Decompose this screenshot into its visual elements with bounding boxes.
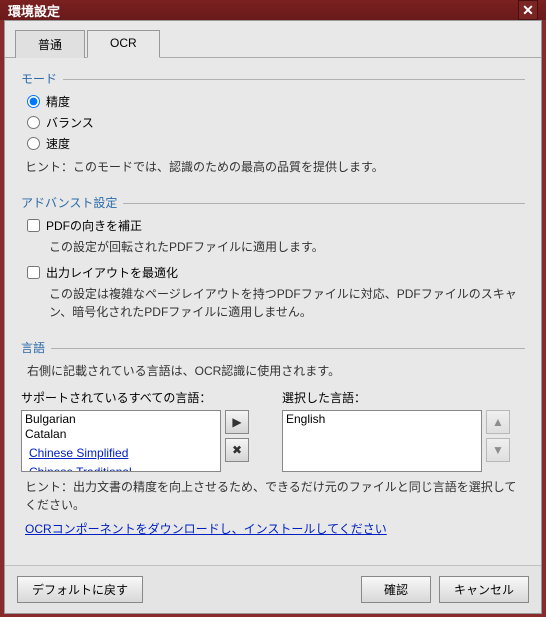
supported-label: サポートされているすべての言語： [21,389,264,406]
check-fix-rotation-input[interactable] [27,219,40,232]
radio-accuracy-input[interactable] [27,95,40,108]
titlebar: 環境設定 ✕ [0,0,546,20]
fix-rotation-desc: この設定が回転されたPDFファイルに適用します。 [49,238,525,256]
check-fix-rotation[interactable]: PDFの向きを補正 [27,217,525,234]
mode-hint: ヒント：このモードでは、認識のための最高の品質を提供します。 [25,158,525,176]
list-item[interactable]: Chinese Traditional [28,465,133,472]
ok-button[interactable]: 確認 [361,576,431,603]
group-label-advanced: アドバンスト設定 [21,194,525,211]
radio-speed[interactable]: 速度 [27,135,525,152]
selected-label: 選択した言語： [282,389,525,406]
close-button[interactable]: ✕ [518,0,538,20]
restore-defaults-button[interactable]: デフォルトに戻す [17,576,143,603]
check-optimize-layout-input[interactable] [27,266,40,279]
group-mode: モード 精度 バランス 速度 ヒント：このモードでは、認識のための最高の品質を提… [21,70,525,176]
radio-speed-input[interactable] [27,137,40,150]
footer: デフォルトに戻す 確認 キャンセル [5,565,541,613]
download-ocr-link[interactable]: OCRコンポーネントをダウンロードし、インストールしてください [25,520,387,537]
language-desc: 右側に記載されている言語は、OCR認識に使用されます。 [27,362,525,379]
move-up-button[interactable]: ▲ [486,410,510,434]
move-down-button[interactable]: ▼ [486,438,510,462]
panel: モード 精度 バランス 速度 ヒント：このモードでは、認識のための最高の品質を提… [5,58,541,565]
tab-ocr[interactable]: OCR [87,30,160,58]
group-advanced: アドバンスト設定 PDFの向きを補正 この設定が回転されたPDFファイルに適用し… [21,194,525,321]
group-label-mode: モード [21,70,525,87]
list-item[interactable]: English [285,412,479,427]
group-language: 言語 右側に記載されている言語は、OCR認識に使用されます。 サポートされている… [21,339,525,537]
list-item[interactable]: Chinese Simplified [28,446,129,461]
group-label-language: 言語 [21,339,525,356]
content-area: 普通 OCR モード 精度 バランス 速度 ヒント：このモードでは、認識のための… [4,20,542,614]
window-title: 環境設定 [8,1,60,20]
language-hint: ヒント：出力文書の精度を向上させるため、できるだけ元のファイルと同じ言語を選択し… [25,478,525,514]
list-item[interactable]: Catalan [24,427,218,442]
arrow-up-icon: ▲ [492,415,504,429]
add-language-button[interactable]: ▶ [225,410,249,434]
remove-language-button[interactable]: ✖ [225,438,249,462]
radio-balance-input[interactable] [27,116,40,129]
selected-listbox[interactable]: English [282,410,482,472]
tab-normal[interactable]: 普通 [15,30,85,58]
cancel-button[interactable]: キャンセル [439,576,529,603]
list-item[interactable]: Bulgarian [24,412,218,427]
optimize-layout-desc: この設定は複雑なページレイアウトを持つPDFファイルに対応、PDFファイルのスキ… [49,285,525,321]
remove-icon: ✖ [232,443,242,457]
arrow-right-icon: ▶ [232,415,241,429]
supported-listbox[interactable]: Bulgarian Catalan Chinese Simplified Chi… [21,410,221,472]
tab-bar: 普通 OCR [5,21,541,58]
close-icon: ✕ [522,2,534,19]
radio-balance[interactable]: バランス [27,114,525,131]
arrow-down-icon: ▼ [492,443,504,457]
radio-accuracy[interactable]: 精度 [27,93,525,110]
check-optimize-layout[interactable]: 出力レイアウトを最適化 [27,264,525,281]
